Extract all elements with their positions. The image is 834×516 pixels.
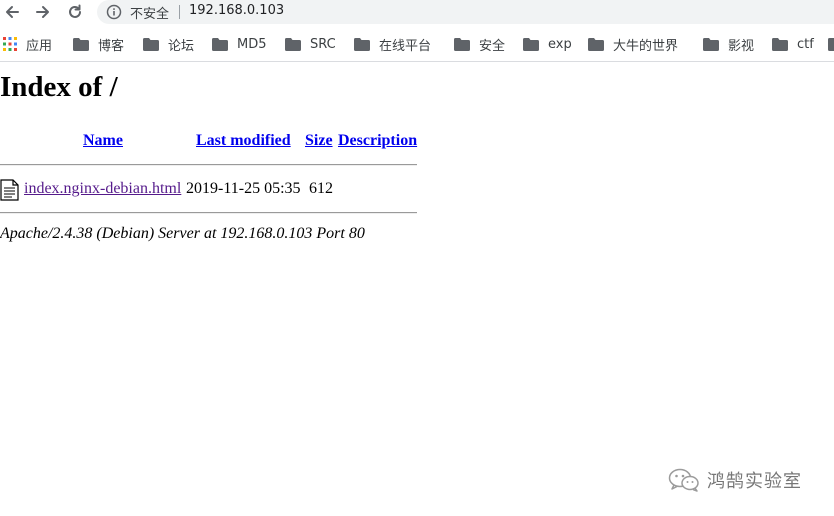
address-bar[interactable]: 不安全 192.168.0.103: [97, 0, 834, 24]
page-content: Index of / Name Last modified Size Descr…: [0, 62, 834, 516]
bookmark-folder-blog[interactable]: 博客: [73, 34, 124, 54]
folder-icon: [703, 37, 719, 51]
file-size: 612: [309, 180, 333, 197]
file-last-modified: 2019-11-25 05:35: [186, 180, 301, 197]
column-header-name[interactable]: Name: [83, 132, 123, 150]
bookmark-folder-ctf[interactable]: ctf: [772, 34, 814, 54]
browser-toolbar: 不安全 192.168.0.103: [0, 0, 834, 26]
reload-button[interactable]: [64, 1, 86, 23]
column-header-last-modified[interactable]: Last modified: [196, 132, 291, 150]
folder-icon: [588, 37, 604, 51]
folder-icon: [772, 37, 788, 51]
bookmark-label: 论坛: [168, 38, 195, 54]
bookmark-label: 大牛的世界: [613, 38, 679, 54]
server-signature: Apache/2.4.38 (Debian) Server at 192.168…: [0, 225, 365, 242]
bookmark-label: 在线平台: [379, 38, 432, 54]
folder-icon: [285, 37, 301, 51]
bookmark-folder-video[interactable]: 影视: [703, 34, 754, 54]
back-arrow-icon: [6, 6, 19, 18]
folder-icon: [523, 37, 539, 51]
folder-icon: [828, 37, 834, 51]
folder-icon: [73, 37, 89, 51]
bookmark-folder-src[interactable]: SRC: [285, 34, 336, 54]
bookmark-label: 博客: [98, 38, 125, 54]
security-status-label[interactable]: 不安全: [130, 3, 169, 22]
back-button[interactable]: [1, 1, 23, 23]
bookmark-label: exp: [548, 36, 572, 52]
bookmark-folder-exp[interactable]: exp: [523, 34, 572, 54]
bookmark-apps[interactable]: 应用: [3, 34, 52, 54]
folder-icon: [143, 37, 159, 51]
bookmark-folder-online-platform[interactable]: 在线平台: [354, 34, 431, 54]
bookmark-label: 影视: [728, 38, 755, 54]
bookmark-folder-md5[interactable]: MD5: [212, 34, 267, 54]
bookmark-label: MD5: [237, 36, 267, 52]
folder-icon: [212, 37, 228, 51]
wechat-icon: [668, 468, 699, 492]
footer-divider: [0, 212, 417, 214]
bookmark-label: 应用: [26, 38, 53, 54]
header-divider: [0, 164, 417, 166]
forward-arrow-icon: [36, 6, 49, 18]
bookmark-folder-experts-world[interactable]: 大牛的世界: [588, 34, 678, 54]
info-icon[interactable]: [106, 4, 122, 20]
page-title: Index of /: [0, 71, 118, 103]
bookmark-folder-forum[interactable]: 论坛: [143, 34, 194, 54]
column-header-size[interactable]: Size: [305, 132, 333, 150]
file-link[interactable]: index.nginx-debian.html: [24, 180, 181, 198]
forward-button[interactable]: [32, 1, 54, 23]
watermark: 鸿鹄实验室: [668, 466, 802, 494]
text-file-icon: [0, 179, 19, 201]
folder-icon: [454, 37, 470, 51]
bookmark-folder-security[interactable]: 安全: [454, 34, 505, 54]
folder-icon: [354, 37, 370, 51]
url-text[interactable]: 192.168.0.103: [189, 3, 284, 18]
bookmark-label: SRC: [310, 36, 336, 52]
bookmark-label: ctf: [797, 36, 814, 52]
bookmark-folder-overflow[interactable]: [828, 34, 834, 54]
omnibox-divider: [179, 5, 180, 19]
bookmarks-bar: 应用 博客 论坛 MD5 SRC 在线平台 安全 exp 大牛的世界 影视 ct: [0, 26, 834, 62]
apps-grid-icon: [3, 37, 17, 51]
bookmark-label: 安全: [479, 38, 506, 54]
reload-icon: [69, 4, 81, 18]
watermark-text: 鸿鹄实验室: [707, 471, 802, 492]
column-header-description[interactable]: Description: [338, 132, 417, 150]
